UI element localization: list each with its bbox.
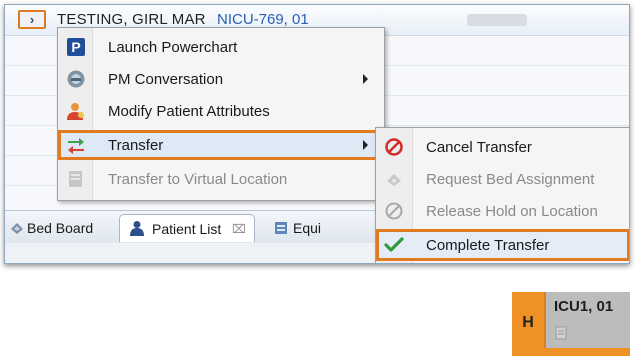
- menu-item-label: Release Hold on Location: [426, 203, 598, 220]
- menu-item-pm-conversation[interactable]: PM Conversation: [58, 64, 384, 94]
- pm-conversation-icon: [67, 70, 85, 88]
- menu-item-release-hold[interactable]: Release Hold on Location: [376, 195, 629, 227]
- menu-item-transfer[interactable]: Transfer: [58, 130, 384, 160]
- redacted-field: [467, 14, 527, 26]
- menu-item-modify-patient-attributes[interactable]: Modify Patient Attributes: [58, 96, 384, 126]
- menu-item-launch-powerchart[interactable]: P Launch Powerchart: [58, 32, 384, 62]
- menu-item-label: Transfer: [108, 137, 164, 154]
- menu-item-request-bed-assignment[interactable]: Request Bed Assignment: [376, 163, 629, 195]
- bed-tile[interactable]: H ICU1, 01: [512, 292, 630, 356]
- bed-location-label: ICU1, 01: [554, 298, 614, 315]
- release-hold-icon: [385, 202, 403, 220]
- status-bar: [512, 348, 630, 356]
- equipment-icon: [275, 222, 287, 234]
- menu-item-label: Launch Powerchart: [108, 39, 238, 56]
- transfer-submenu: Cancel Transfer Request Bed Assignment R…: [375, 127, 629, 263]
- patient-fin: NICU-769, 01: [217, 11, 309, 28]
- patient-name: TESTING, GIRL MAR: [57, 11, 206, 28]
- tab-bed-board[interactable]: Bed Board: [5, 214, 117, 242]
- bed-board-icon: [11, 223, 23, 234]
- document-icon: [555, 326, 567, 340]
- menu-item-transfer-virtual-location[interactable]: Transfer to Virtual Location: [58, 164, 384, 194]
- tab-equipment[interactable]: Equi: [267, 214, 327, 242]
- menu-item-label: Modify Patient Attributes: [108, 103, 270, 120]
- svg-text:P: P: [71, 39, 80, 55]
- powerchart-icon: P: [67, 38, 85, 56]
- request-bed-icon: [387, 174, 401, 186]
- menu-item-label: Request Bed Assignment: [426, 171, 595, 188]
- application-window: › TESTING, GIRL MAR NICU-769, 01 Bed Boa…: [4, 4, 630, 264]
- menu-item-label: Cancel Transfer: [426, 139, 532, 156]
- menu-item-label: Transfer to Virtual Location: [108, 171, 288, 188]
- modify-patient-icon: [67, 103, 84, 120]
- patient-context-menu: P Launch Powerchart PM Conversation Modi…: [57, 27, 385, 201]
- expand-chevron-button[interactable]: ›: [18, 10, 46, 29]
- checkmark-icon: [384, 237, 404, 252]
- status-block: H: [512, 292, 546, 356]
- menu-item-label: PM Conversation: [108, 71, 224, 88]
- submenu-arrow-icon: [363, 74, 368, 84]
- virtual-location-icon: [69, 171, 82, 187]
- submenu-arrow-icon: [363, 140, 368, 150]
- status-letter: H: [522, 314, 534, 331]
- tab-patient-list[interactable]: Patient List ⌧: [119, 214, 255, 242]
- tab-label: Patient List: [152, 221, 222, 237]
- menu-item-label: Complete Transfer: [426, 237, 550, 254]
- menu-item-complete-transfer[interactable]: Complete Transfer: [376, 229, 629, 261]
- menu-item-cancel-transfer[interactable]: Cancel Transfer: [376, 131, 629, 163]
- tab-label: Bed Board: [27, 220, 94, 236]
- tab-label: Equi: [293, 220, 322, 236]
- cancel-icon: [385, 138, 403, 156]
- transfer-icon: [68, 138, 84, 154]
- close-tab-icon[interactable]: ⌧: [232, 222, 246, 236]
- patient-list-icon: [130, 221, 144, 236]
